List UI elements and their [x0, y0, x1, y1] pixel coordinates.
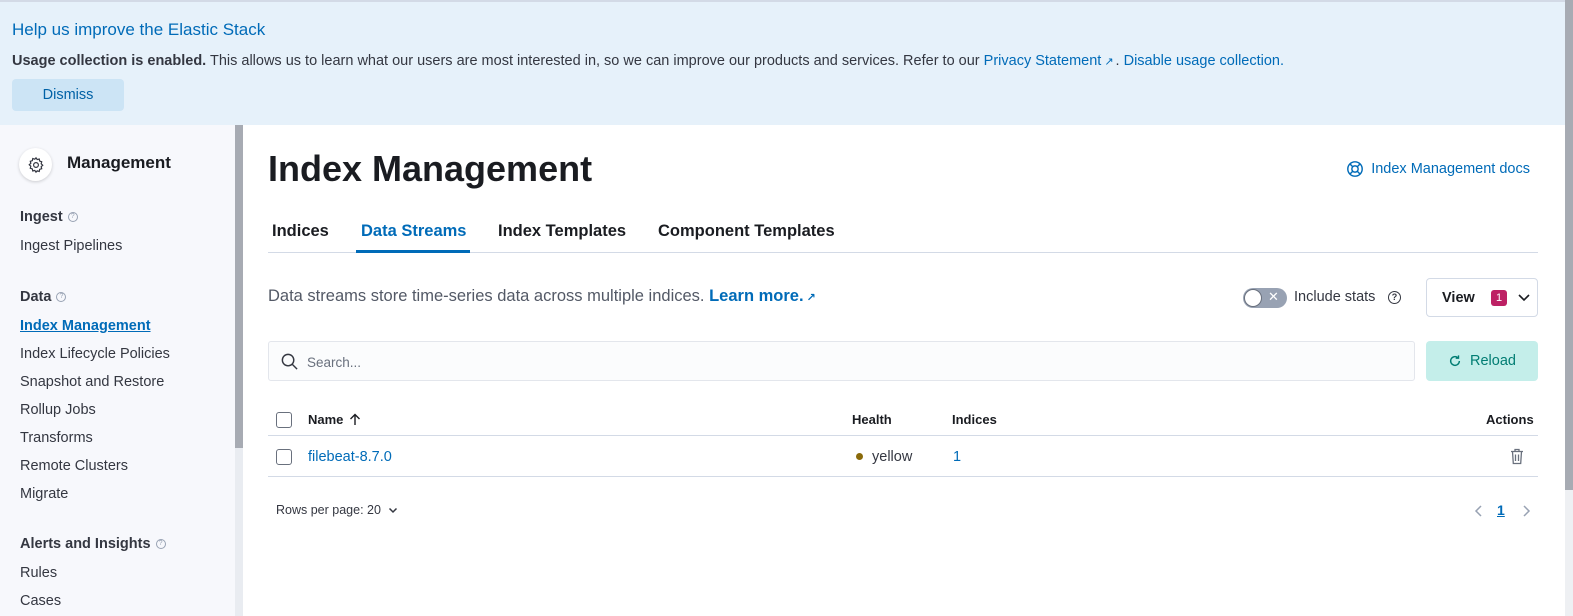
sidebar-item-transforms[interactable]: Transforms — [20, 430, 93, 446]
search-icon — [281, 353, 298, 370]
search-bar — [268, 341, 1415, 381]
column-header-health[interactable]: Health — [852, 412, 892, 427]
chevron-down-icon — [1518, 294, 1530, 302]
disable-usage-collection-link[interactable]: Disable usage collection. — [1124, 53, 1284, 69]
trash-icon[interactable] — [1509, 448, 1525, 465]
chevron-down-icon — [388, 507, 397, 514]
table-header-divider — [268, 435, 1538, 436]
usage-collection-banner: Help us improve the Elastic Stack Usage … — [0, 0, 1573, 125]
view-count-badge: 1 — [1491, 290, 1507, 306]
select-all-checkbox[interactable] — [276, 412, 292, 428]
sidebar-item-ingest-pipelines[interactable]: Ingest Pipelines — [20, 238, 122, 254]
column-header-indices[interactable]: Indices — [952, 412, 997, 427]
sidebar-item-remote-clusters[interactable]: Remote Clusters — [20, 458, 128, 474]
sidebar-item-index-management[interactable]: Index Management — [20, 318, 151, 334]
data-stream-name-link[interactable]: filebeat-8.7.0 — [308, 449, 392, 465]
rows-per-page-selector[interactable]: Rows per page: 20 — [276, 503, 399, 517]
include-stats-label: Include stats — [1294, 289, 1376, 305]
sidebar-group-ingest: Ingest? — [20, 209, 78, 225]
learn-more-link[interactable]: Learn more. ↗ — [709, 287, 818, 305]
tabs: Indices Data Streams Index Templates Com… — [268, 214, 1538, 253]
health-status-text: yellow — [872, 449, 913, 465]
external-link-icon: ↗ — [806, 292, 816, 304]
pagination-current-page[interactable]: 1 — [1497, 502, 1505, 518]
view-label: View — [1442, 290, 1475, 306]
chevron-right-icon[interactable] — [1520, 503, 1532, 519]
close-icon: ✕ — [1268, 289, 1279, 304]
tab-indices[interactable]: Indices — [272, 222, 329, 241]
indices-count-link[interactable]: 1 — [953, 449, 961, 465]
toggle-knob — [1244, 289, 1262, 307]
view-button[interactable]: View 1 — [1426, 278, 1538, 317]
banner-title: Help us improve the Elastic Stack — [12, 20, 266, 39]
column-header-actions: Actions — [1486, 412, 1534, 427]
sidebar-item-snapshot-and-restore[interactable]: Snapshot and Restore — [20, 374, 164, 390]
include-stats-toggle[interactable]: ✕ — [1243, 288, 1287, 308]
health-status-dot — [856, 453, 863, 460]
page-description: Data streams store time-series data acro… — [268, 287, 818, 305]
sidebar-item-rollup-jobs[interactable]: Rollup Jobs — [20, 402, 96, 418]
index-management-docs-link[interactable]: Index Management docs — [1346, 160, 1530, 178]
gear-icon — [19, 148, 52, 181]
sidebar-group-data: Data? — [20, 289, 67, 305]
sidebar-item-index-lifecycle-policies[interactable]: Index Lifecycle Policies — [20, 346, 170, 362]
sidebar-item-migrate[interactable]: Migrate — [20, 486, 68, 502]
sidebar-item-rules[interactable]: Rules — [20, 565, 57, 581]
banner-separator: . — [1115, 53, 1120, 69]
search-input[interactable] — [307, 352, 1397, 372]
sidebar-title: Management — [67, 153, 171, 172]
sidebar-item-cases[interactable]: Cases — [20, 593, 61, 609]
page-title: Index Management — [268, 148, 593, 189]
dismiss-button[interactable]: Dismiss — [12, 79, 124, 111]
help-lifebuoy-icon — [1347, 161, 1364, 177]
active-tab-indicator — [356, 250, 470, 253]
tab-component-templates[interactable]: Component Templates — [658, 222, 835, 241]
banner-text: Usage collection is enabled. This allows… — [12, 53, 1284, 69]
banner-bold-text: Usage collection is enabled. — [12, 53, 207, 69]
privacy-statement-link[interactable]: Privacy Statement ↗ — [984, 53, 1116, 69]
refresh-icon — [1449, 355, 1461, 367]
column-header-name[interactable]: Name — [308, 412, 361, 427]
tab-data-streams[interactable]: Data Streams — [361, 222, 466, 241]
reload-button[interactable]: Reload — [1426, 341, 1538, 381]
sidebar-group-alerts-and-insights: Alerts and Insights? — [20, 536, 166, 552]
page-scrollbar-thumb[interactable] — [1565, 0, 1573, 490]
table-row-divider — [268, 476, 1538, 477]
banner-body-text: This allows us to learn what our users a… — [206, 53, 984, 69]
tab-index-templates[interactable]: Index Templates — [498, 222, 626, 241]
row-checkbox[interactable] — [276, 449, 292, 465]
help-icon[interactable]: ? — [1388, 291, 1401, 304]
external-link-icon: ↗ — [1104, 56, 1114, 68]
help-icon: ? — [155, 539, 166, 549]
sidebar-scrollbar-thumb[interactable] — [235, 125, 243, 448]
help-icon: ? — [67, 212, 78, 222]
chevron-left-icon[interactable] — [1473, 503, 1485, 519]
help-icon: ? — [56, 292, 67, 302]
sort-ascending-icon — [350, 413, 361, 425]
